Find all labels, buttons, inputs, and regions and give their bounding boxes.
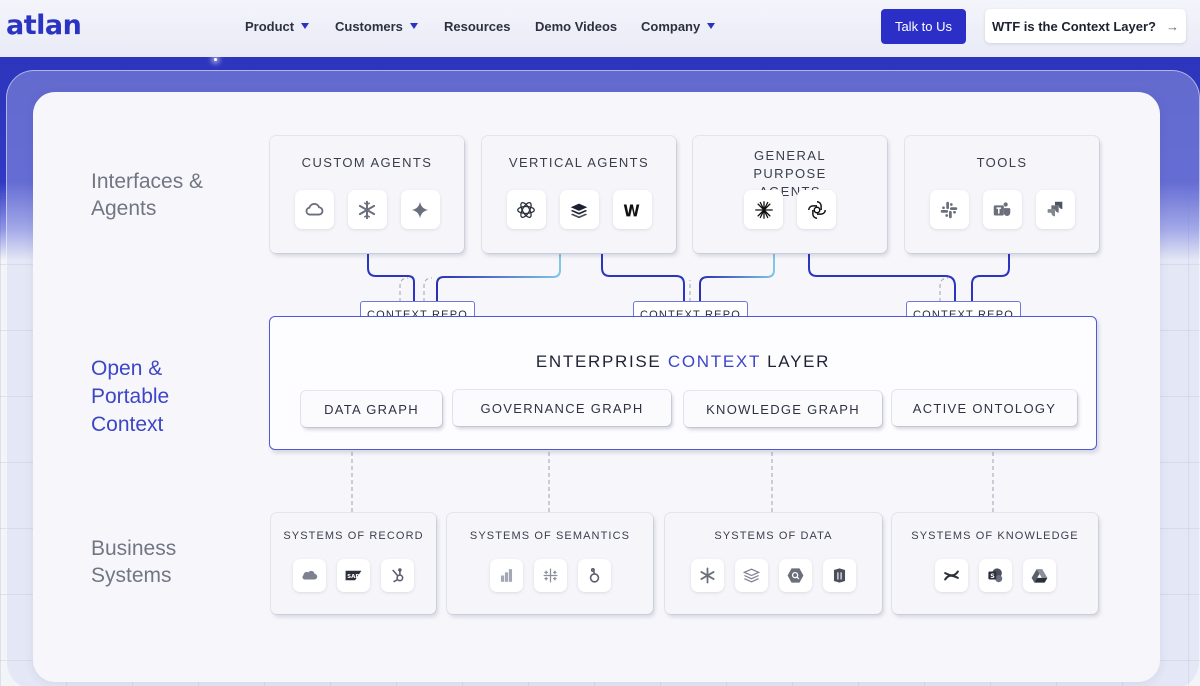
tools-title: TOOLS (976, 155, 1028, 170)
chevron-down-icon (301, 23, 310, 29)
nav-customers-label: Customers (335, 19, 403, 34)
systems-of-knowledge-title: SYSTEMS OF KNOWLEDGE (911, 530, 1079, 542)
looker-icon (577, 559, 611, 592)
openai-icon (797, 190, 836, 229)
sap-icon: SAP (337, 559, 370, 592)
knowledge-graph-pill: KNOWLEDGE GRAPH (684, 391, 882, 427)
nav-demo-videos[interactable]: Demo Videos (535, 19, 617, 34)
talk-to-us-button[interactable]: Talk to Us (881, 9, 966, 44)
enterprise-context-layer-title: ENTERPRISE CONTEXT LAYER (270, 352, 1096, 372)
nav-resources-label: Resources (444, 19, 511, 34)
systems-of-record-title: SYSTEMS OF RECORD (283, 530, 424, 542)
systems-of-semantics-title: SYSTEMS OF SEMANTICS (469, 530, 631, 542)
teams-icon (982, 190, 1022, 229)
nav-customers[interactable]: Customers (335, 19, 418, 34)
row-label-interfaces: Interfaces & Agents (91, 170, 204, 220)
vertical-agents-title: VERTICAL AGENTS (508, 155, 650, 170)
nav-demo-videos-label: Demo Videos (535, 19, 618, 34)
starburst-icon (744, 190, 783, 229)
chevron-down-icon (409, 23, 418, 29)
nav-resources[interactable]: Resources (444, 19, 510, 34)
slack-icon (929, 190, 969, 229)
systems-of-semantics-box: SYSTEMS OF SEMANTICS (447, 513, 653, 614)
row-label-context: Open & Portable Context (91, 357, 170, 436)
redshift-icon (823, 559, 856, 592)
decorative-spark (214, 58, 217, 61)
systems-of-data-box: SYSTEMS OF DATA (665, 513, 882, 614)
sparkle-icon (400, 190, 440, 229)
svg-text:SAP: SAP (347, 574, 359, 580)
systems-of-knowledge-box: SYSTEMS OF KNOWLEDGE S (892, 513, 1098, 614)
vertical-agents-box: VERTICAL AGENTS (482, 136, 676, 253)
salesforce-icon (293, 559, 326, 592)
layer-title-pre: ENTERPRISE (535, 352, 668, 371)
chevron-down-icon (707, 23, 716, 29)
layer-title-accent: CONTEXT (667, 352, 761, 371)
confluence-icon (934, 559, 968, 592)
active-ontology-pill: ACTIVE ONTOLOGY (892, 390, 1077, 426)
hubspot-icon (381, 559, 414, 592)
context-layer-button-label: WTF is the Context Layer? (992, 18, 1156, 34)
nav-product[interactable]: Product (245, 19, 310, 34)
bar-chart-icon (489, 559, 523, 592)
nav-company-label: Company (641, 19, 701, 34)
context-layer-button[interactable]: WTF is the Context Layer? → (985, 9, 1186, 43)
tools-box: TOOLS (905, 136, 1099, 253)
layer-title-post: LAYER (760, 352, 831, 371)
bigquery-icon (779, 559, 812, 592)
custom-agents-box: CUSTOM AGENTS (270, 136, 464, 253)
systems-of-record-box: SYSTEMS OF RECORD SAP (271, 513, 436, 614)
stack-icon (559, 190, 599, 229)
nav-company[interactable]: Company (641, 19, 716, 34)
systems-of-data-title: SYSTEMS OF DATA (714, 530, 833, 542)
top-navbar: atlan Product Customers Resources Demo V… (0, 0, 1200, 57)
sharepoint-icon: S (978, 559, 1012, 592)
w-logo-icon (612, 190, 652, 229)
nav-product-label: Product (245, 19, 295, 34)
jira-icon (1035, 190, 1075, 229)
cloud-icon (294, 190, 334, 229)
snowflake-icon (691, 559, 724, 592)
layers-icon (735, 559, 768, 592)
governance-graph-pill: GOVERNANCE GRAPH (453, 390, 671, 426)
arrow-right-icon: → (1165, 18, 1179, 34)
enterprise-context-layer: ENTERPRISE CONTEXT LAYER (269, 316, 1097, 450)
svg-text:S: S (990, 573, 995, 580)
google-drive-icon (1022, 559, 1056, 592)
general-purpose-agents-box: GENERAL PURPOSE AGENTS (693, 136, 887, 253)
tableau-icon (533, 559, 567, 592)
custom-agents-title: CUSTOM AGENTS (301, 155, 433, 170)
data-graph-pill: DATA GRAPH (301, 391, 442, 427)
row-label-business: Business Systems (91, 537, 177, 587)
snowflake-icon (347, 190, 387, 229)
atom-icon (506, 190, 546, 229)
atlan-logo[interactable]: atlan (6, 10, 82, 41)
